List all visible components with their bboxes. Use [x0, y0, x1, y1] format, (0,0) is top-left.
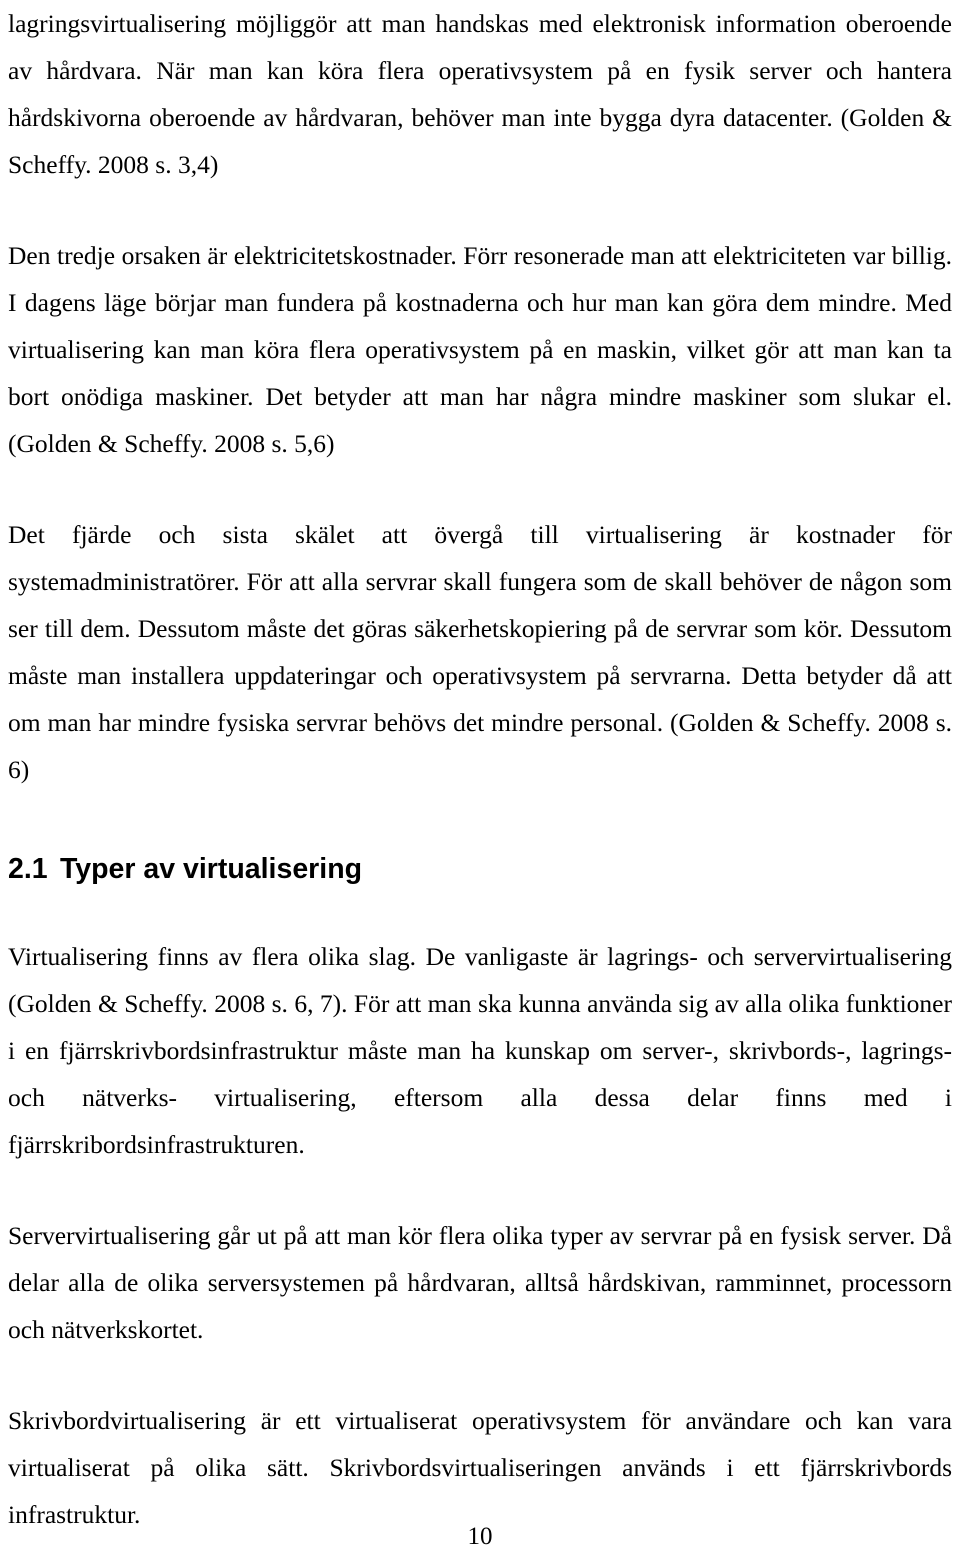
paragraph-5: Servervirtualisering går ut på att man k…	[8, 1221, 952, 1344]
paragraph-1: lagringsvirtualisering möjliggör att man…	[8, 9, 952, 179]
paragraph-2: Den tredje orsaken är elektricitetskostn…	[8, 241, 952, 458]
paragraph-6: Skrivbordvirtualisering är ett virtualis…	[8, 1406, 952, 1529]
page-number: 10	[467, 1523, 493, 1550]
paragraph-4: Virtualisering finns av flera olika slag…	[8, 942, 952, 1159]
heading-spacer-after	[8, 889, 952, 933]
document-page: lagringsvirtualisering möjliggör att man…	[0, 0, 960, 1565]
section-heading-title: Typer av virtualisering	[60, 853, 363, 885]
section-heading: 2.1 Typer av virtualisering	[8, 849, 952, 889]
section-heading-number: 2.1	[8, 853, 48, 885]
paragraph-3: Det fjärde och sista skälet att övergå t…	[8, 520, 952, 784]
heading-spacer	[8, 793, 952, 849]
